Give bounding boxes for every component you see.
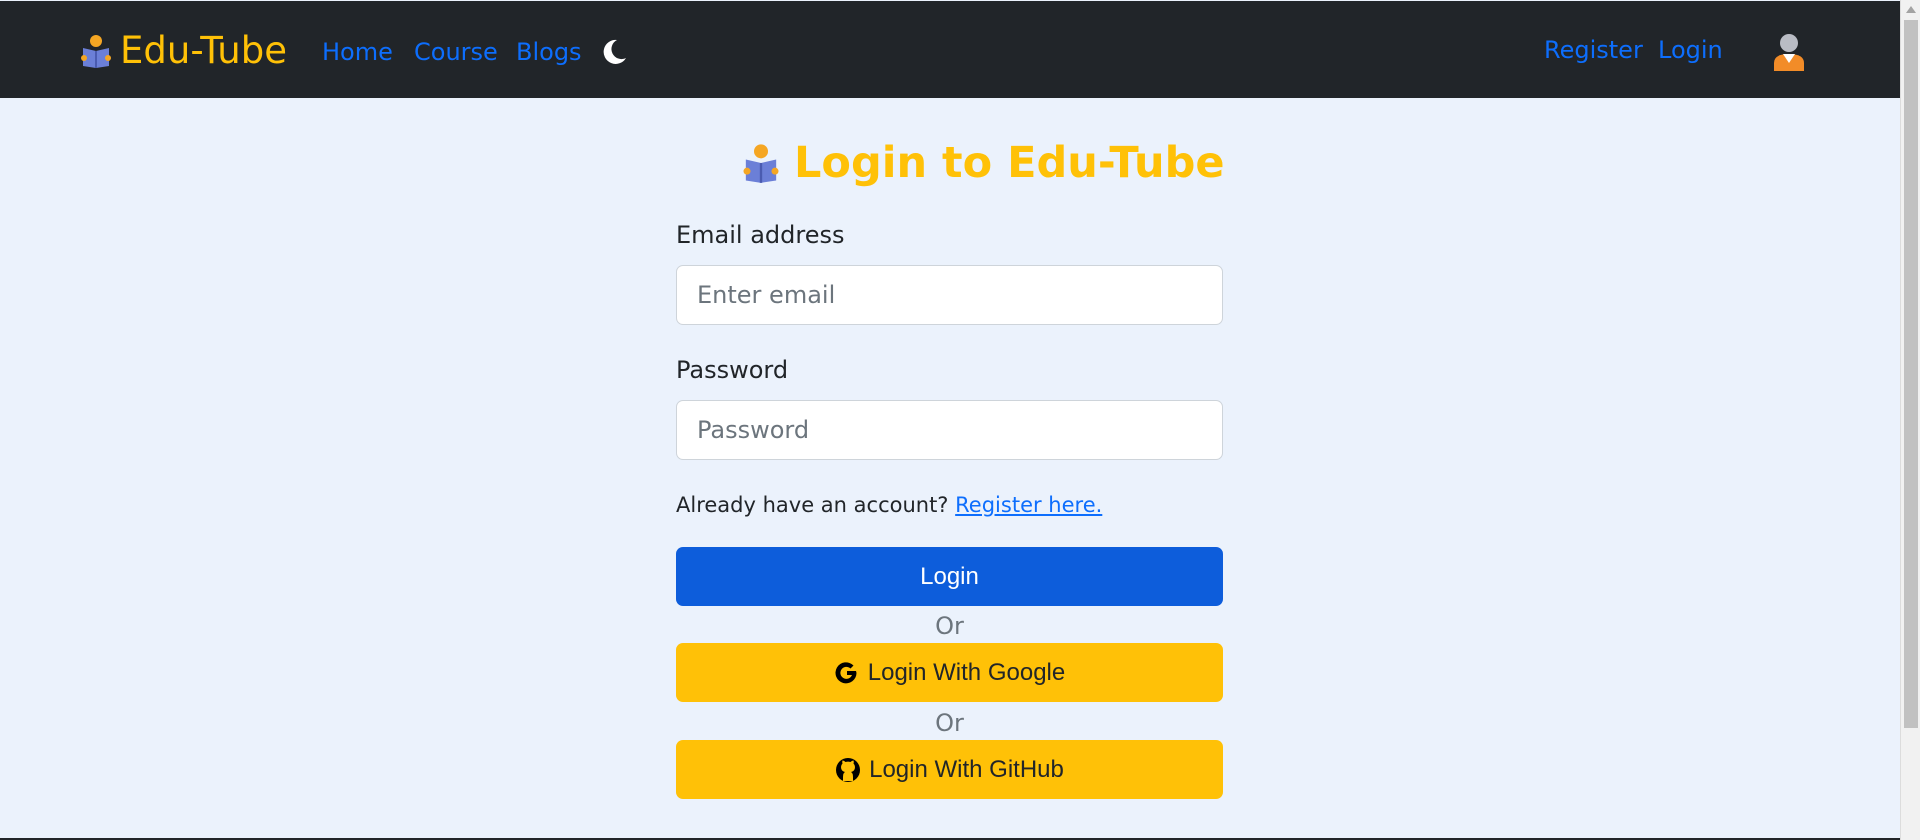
- navbar: Edu-Tube Home Course Blogs Register Logi…: [0, 1, 1900, 98]
- google-login-label: Login With Google: [867, 658, 1066, 686]
- scrollbar[interactable]: [1900, 0, 1920, 840]
- email-input[interactable]: [676, 265, 1223, 325]
- login-button[interactable]: Login: [676, 547, 1223, 606]
- password-input[interactable]: [676, 400, 1223, 460]
- github-login-label: Login With GitHub: [869, 755, 1064, 783]
- brand-name[interactable]: Edu-Tube: [120, 25, 287, 77]
- github-icon: [836, 757, 861, 782]
- nav-link-login[interactable]: Login: [1658, 33, 1723, 67]
- or-divider: Or: [935, 612, 964, 640]
- github-login-button[interactable]: Login With GitHub: [676, 740, 1223, 799]
- scroll-up-arrow-icon[interactable]: [1906, 6, 1916, 13]
- brand[interactable]: Edu-Tube: [78, 25, 287, 77]
- nav-link-course[interactable]: Course: [414, 35, 498, 69]
- page-title-text: Login to Edu-Tube: [794, 138, 1225, 188]
- login-button-label: Login: [920, 562, 979, 590]
- page: Edu-Tube Home Course Blogs Register Logi…: [0, 0, 1920, 840]
- moon-icon[interactable]: [600, 38, 628, 66]
- google-icon: [835, 661, 857, 683]
- email-label: Email address: [676, 221, 845, 249]
- account-prompt-text: Already have an account?: [676, 493, 949, 517]
- nav-link-home[interactable]: Home: [322, 35, 393, 69]
- reading-student-icon: [81, 35, 111, 68]
- reading-student-icon: [743, 144, 779, 183]
- nav-link-register[interactable]: Register: [1544, 33, 1643, 67]
- page-title: Login to Edu-Tube: [740, 135, 1225, 191]
- account-prompt: Already have an account? Register here.: [676, 490, 1102, 520]
- nav-link-blogs[interactable]: Blogs: [516, 35, 582, 69]
- scrollbar-thumb[interactable]: [1904, 20, 1918, 728]
- google-login-button[interactable]: Login With Google: [676, 643, 1223, 702]
- register-link[interactable]: Register here.: [955, 493, 1102, 517]
- user-avatar-icon[interactable]: [1772, 33, 1806, 71]
- or-divider: Or: [935, 709, 964, 737]
- password-label: Password: [676, 356, 789, 384]
